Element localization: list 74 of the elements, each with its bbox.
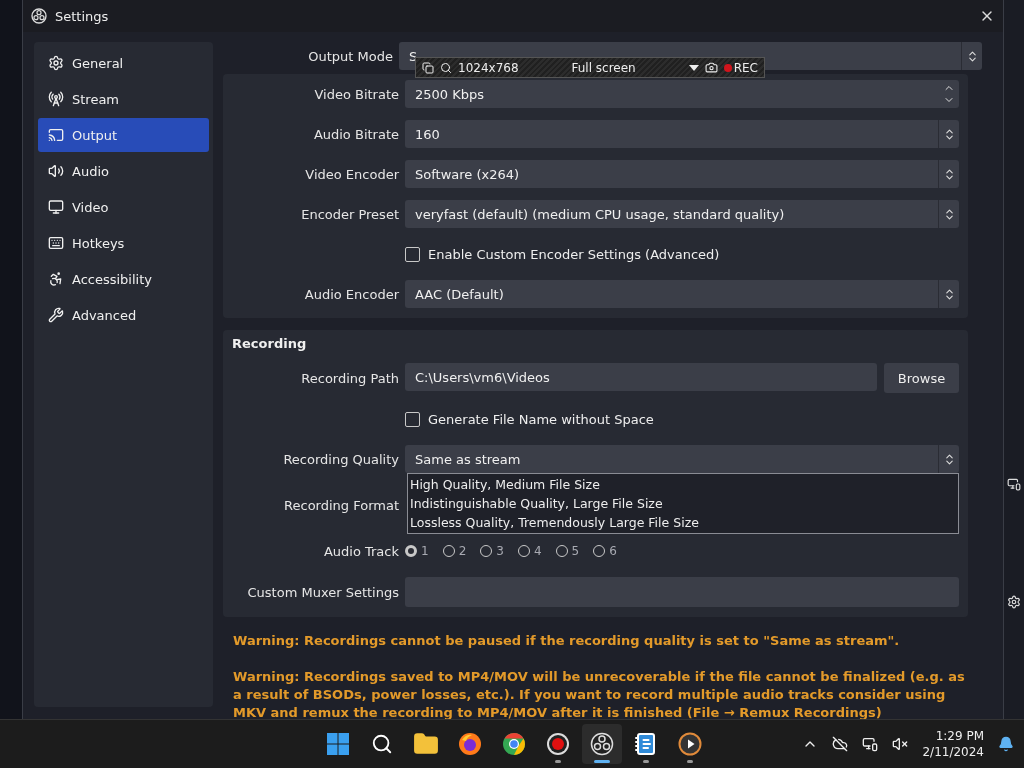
copy-icon[interactable]: [422, 61, 434, 74]
radio-label: 1: [421, 544, 429, 558]
gear-icon[interactable]: [1007, 595, 1021, 609]
windows-logo-icon: [326, 732, 350, 756]
dropdown[interactable]: AAC (Default): [405, 280, 959, 308]
browse-button[interactable]: Browse: [884, 363, 959, 393]
checkbox[interactable]: [405, 246, 420, 262]
obs-logo-icon: [590, 732, 614, 756]
sidebar-item[interactable]: Hotkeys: [38, 226, 209, 260]
camera-icon[interactable]: [704, 61, 718, 74]
sidebar-item[interactable]: Video: [38, 190, 209, 224]
field-label: Video Bitrate: [313, 86, 399, 102]
field-label: Encoder Preset: [300, 206, 399, 222]
wrench-icon: [48, 307, 64, 323]
fox-browser-icon: [458, 732, 482, 756]
mute-icon[interactable]: [892, 736, 909, 752]
field-label: Recording Format: [283, 497, 399, 513]
chrome-browser-icon: [502, 732, 526, 756]
network-icon[interactable]: [862, 736, 879, 752]
warning-text: Warning: Recordings saved to MP4/MOV will be unrecoverable if the file cannot be finalized (e.g. as a result of BSODs, power losses, etc.). If you want to record multiple audio tracks consider using MKV and remux the recording to MP4/MOV after it is finished (File → Remux Recordings): [233, 668, 966, 722]
accessibility-icon: [48, 271, 64, 287]
cloud-off-icon[interactable]: [832, 736, 849, 752]
dropdown[interactable]: 160: [405, 120, 959, 148]
dropdown[interactable]: veryfast (default) (medium CPU usage, standard quality): [405, 200, 959, 228]
cast-icon: [48, 127, 64, 143]
window-title: Settings: [55, 8, 110, 24]
search-icon[interactable]: [440, 61, 452, 74]
spin-field[interactable]: 2500 Kbps: [405, 80, 959, 108]
dropdown-option[interactable]: High Quality, Medium File Size: [408, 475, 958, 494]
section-title: Recording: [231, 336, 308, 351]
monitor-icon[interactable]: [1007, 477, 1021, 491]
field-label: Output Mode: [307, 48, 393, 64]
keyboard-icon: [48, 235, 64, 251]
field-label: Audio Track: [322, 543, 399, 559]
play-icon: [678, 732, 702, 756]
dropdown-option[interactable]: Lossless Quality, Tremendously Large File Size: [408, 513, 958, 532]
field-label: Audio Bitrate: [312, 126, 399, 142]
radio-label: 5: [571, 544, 580, 558]
radio-label: 2: [458, 544, 467, 558]
caret-icon[interactable]: [688, 64, 699, 71]
sidebar-item[interactable]: Output: [38, 118, 209, 152]
search-icon: [371, 733, 393, 755]
radio-label: 3: [496, 544, 504, 558]
checkbox[interactable]: [405, 411, 420, 427]
dropdown-option[interactable]: Indistinguishable Quality, Large File Size: [408, 494, 958, 513]
field-label: Audio Encoder: [303, 286, 399, 302]
radio-button[interactable]: [405, 545, 417, 557]
clock[interactable]: 1:29 PM 2/11/2024: [922, 728, 984, 760]
obs-logo-icon: [31, 8, 47, 24]
antenna-icon: [48, 91, 64, 107]
field-label: Recording Path: [300, 370, 399, 386]
taskbar-app[interactable]: [582, 724, 622, 764]
sidebar-item[interactable]: General: [38, 46, 209, 80]
sidebar-item[interactable]: Audio: [38, 154, 209, 188]
radio-label: 6: [609, 544, 617, 558]
dropdown[interactable]: Software (x264): [405, 160, 959, 188]
field-label: Custom Muxer Settings: [246, 584, 399, 600]
bell-icon[interactable]: [998, 736, 1014, 752]
field-label: Video Encoder: [304, 166, 399, 182]
monitor-icon: [48, 199, 64, 215]
warning-text: Warning: Recordings cannot be paused if the recording quality is set to "Same as stream".: [233, 632, 901, 650]
sidebar-item[interactable]: Accessibility: [38, 262, 209, 296]
radio-label: 4: [533, 544, 542, 558]
gear-icon: [48, 55, 64, 71]
speaker-icon: [48, 163, 64, 179]
sidebar-item[interactable]: Stream: [38, 82, 209, 116]
record-icon: [546, 732, 570, 756]
folder-icon: [413, 731, 439, 757]
checkbox-label: Generate File Name without Space: [428, 411, 654, 427]
field-label: Recording Quality: [282, 451, 399, 467]
notepad-icon: [634, 732, 658, 756]
sidebar-item[interactable]: Advanced: [38, 298, 209, 332]
checkbox-label: Enable Custom Encoder Settings (Advanced): [428, 246, 720, 262]
path-field[interactable]: C:\Users\vm6\Videos: [405, 363, 877, 391]
